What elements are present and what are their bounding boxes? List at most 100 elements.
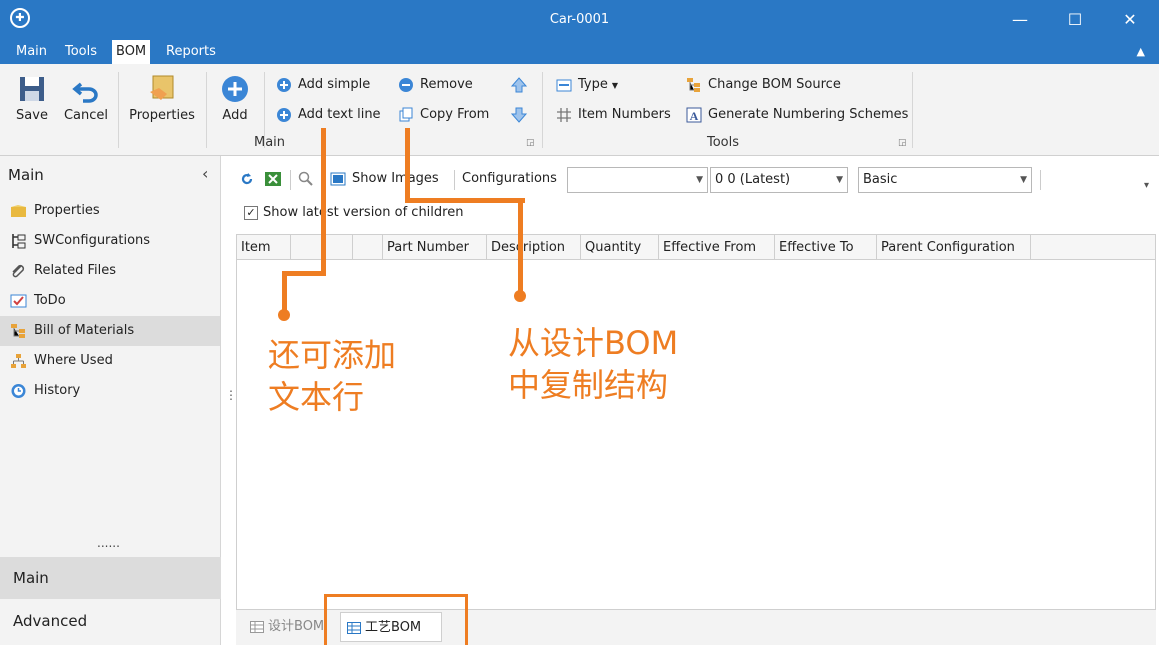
move-up-arrow-icon[interactable]	[510, 76, 528, 94]
generate-numbering-schemes-button[interactable]: A Generate Numbering Schemes	[686, 104, 908, 126]
add-text-line-button[interactable]: Add text line	[276, 104, 381, 126]
change-bom-source-label: Change BOM Source	[708, 77, 841, 92]
nav-item-where-used[interactable]: Where Used	[0, 346, 220, 376]
show-images-button[interactable]: Show Images	[330, 168, 439, 190]
numbering-grid-icon	[557, 107, 571, 122]
copy-from-label: Copy From	[420, 107, 490, 122]
copy-from-button[interactable]: Copy From	[398, 104, 489, 126]
cancel-button[interactable]: Cancel	[62, 70, 110, 136]
tab-tools[interactable]: Tools	[61, 40, 101, 64]
minimize-button[interactable]: —	[993, 0, 1047, 40]
bom-tree-icon	[11, 324, 25, 338]
annotation-highlight-box	[324, 594, 468, 645]
nav-item-related-files[interactable]: Related Files	[0, 256, 220, 286]
svg-text:A: A	[690, 109, 699, 123]
tab-reports[interactable]: Reports	[162, 40, 220, 64]
nav-item-label: History	[34, 383, 81, 398]
column-header-blank[interactable]	[322, 235, 353, 260]
annotation-marker	[514, 290, 526, 302]
toolbar-separator	[290, 170, 291, 190]
pane-resize-handle[interactable]: ......	[97, 536, 120, 550]
tree-structure-icon	[687, 77, 700, 92]
toolbar-overflow-icon[interactable]: ▾	[1144, 180, 1149, 191]
annotation-connector	[282, 271, 326, 276]
annotation-line: 文本行	[268, 378, 365, 416]
close-button[interactable]: ✕	[1103, 0, 1157, 40]
copy-icon	[399, 107, 413, 121]
maximize-button[interactable]: ☐	[1048, 0, 1102, 40]
bom-grid[interactable]: Item Part Number Description Quantity Ef…	[236, 234, 1156, 610]
collapse-ribbon-chevron-up-icon[interactable]: ▲	[1137, 40, 1145, 64]
cancel-label: Cancel	[63, 108, 109, 123]
column-header-blank[interactable]	[291, 235, 322, 260]
export-excel-icon[interactable]	[264, 170, 284, 188]
collapse-pane-chevron-left-icon[interactable]: ‹	[202, 164, 208, 183]
tab-bom[interactable]: BOM	[112, 40, 151, 64]
column-header-effective-from[interactable]: Effective From	[659, 235, 775, 260]
search-icon[interactable]	[298, 171, 314, 187]
annotation-line: 中复制结构	[508, 366, 669, 404]
properties-folder-icon	[11, 205, 26, 217]
chevron-down-icon: ▼	[696, 175, 703, 185]
type-dropdown-button[interactable]: Type ▼	[556, 74, 618, 96]
add-button[interactable]: Add	[214, 70, 256, 136]
column-header-part-number[interactable]: Part Number	[383, 235, 487, 260]
title-bar: Car-0001 ✚ — ☐ ✕	[0, 0, 1159, 40]
properties-label: Properties	[129, 108, 195, 123]
add-label: Add	[222, 108, 248, 123]
version-select[interactable]: 0 0 (Latest) ▼	[710, 167, 848, 193]
checkbox-check-icon: ✓	[244, 205, 258, 220]
nav-item-label: Bill of Materials	[34, 323, 135, 338]
pane-button-main[interactable]: Main	[0, 557, 221, 599]
view-select[interactable]: Basic ▼	[858, 167, 1032, 193]
app-logo-icon[interactable]: ✚	[10, 8, 30, 28]
tab-design-bom-label: 设计BOM	[268, 619, 325, 634]
nav-item-todo[interactable]: ToDo	[0, 286, 220, 316]
history-clock-icon	[11, 384, 26, 398]
group-main-launcher-icon[interactable]: ◲	[526, 138, 535, 148]
type-label: Type	[578, 77, 608, 92]
nav-item-properties[interactable]: Properties	[0, 196, 220, 226]
save-button[interactable]: Save	[10, 70, 54, 136]
add-small-icon	[277, 107, 291, 122]
show-latest-version-checkbox[interactable]: ✓ Show latest version of children	[244, 204, 463, 222]
change-bom-source-button[interactable]: Change BOM Source	[686, 74, 841, 96]
tab-main[interactable]: Main	[12, 40, 51, 64]
remove-button[interactable]: Remove	[398, 74, 473, 96]
tab-design-bom[interactable]: 设计BOM	[244, 612, 334, 642]
column-header-parent-configuration[interactable]: Parent Configuration	[877, 235, 1031, 260]
configuration-select[interactable]: ▼	[567, 167, 708, 193]
remove-icon	[399, 77, 413, 92]
nav-item-label: SWConfigurations	[34, 233, 151, 248]
ribbon-separator	[118, 72, 119, 148]
version-value: 0 0 (Latest)	[715, 172, 791, 187]
toolbar-separator	[454, 170, 455, 190]
item-numbers-button[interactable]: Item Numbers	[556, 104, 671, 126]
letter-a-icon: A	[686, 107, 702, 123]
pane-button-advanced[interactable]: Advanced	[0, 600, 221, 642]
generate-numbering-label: Generate Numbering Schemes	[708, 107, 909, 122]
add-text-line-label: Add text line	[298, 107, 381, 122]
ribbon-separator	[542, 72, 543, 148]
column-header-description[interactable]: Description	[487, 235, 581, 260]
column-header-effective-to[interactable]: Effective To	[775, 235, 877, 260]
refresh-icon[interactable]	[240, 172, 254, 186]
todo-checklist-icon	[10, 294, 27, 308]
annotation-connector	[518, 198, 523, 294]
move-down-arrow-icon[interactable]	[510, 106, 528, 124]
column-header-blank[interactable]	[353, 235, 383, 260]
annotation-line: 从设计BOM	[508, 324, 679, 362]
group-tools-launcher-icon[interactable]: ◲	[898, 138, 907, 148]
ribbon-group-tools-label: Tools	[707, 135, 740, 150]
properties-button[interactable]: Properties	[126, 70, 198, 136]
grid-table-icon	[250, 620, 264, 633]
add-simple-button[interactable]: Add simple	[276, 74, 370, 96]
column-header-quantity[interactable]: Quantity	[581, 235, 659, 260]
chevron-down-icon: ▼	[611, 81, 619, 90]
column-header-item[interactable]: Item	[237, 235, 291, 260]
ribbon-tab-bar: Main Tools BOM Reports ▲	[0, 40, 1159, 64]
nav-item-swconfigurations[interactable]: SWConfigurations	[0, 226, 220, 256]
annotation-connector	[321, 128, 326, 274]
nav-item-bill-of-materials[interactable]: Bill of Materials	[0, 316, 220, 346]
nav-item-history[interactable]: History	[0, 376, 220, 406]
